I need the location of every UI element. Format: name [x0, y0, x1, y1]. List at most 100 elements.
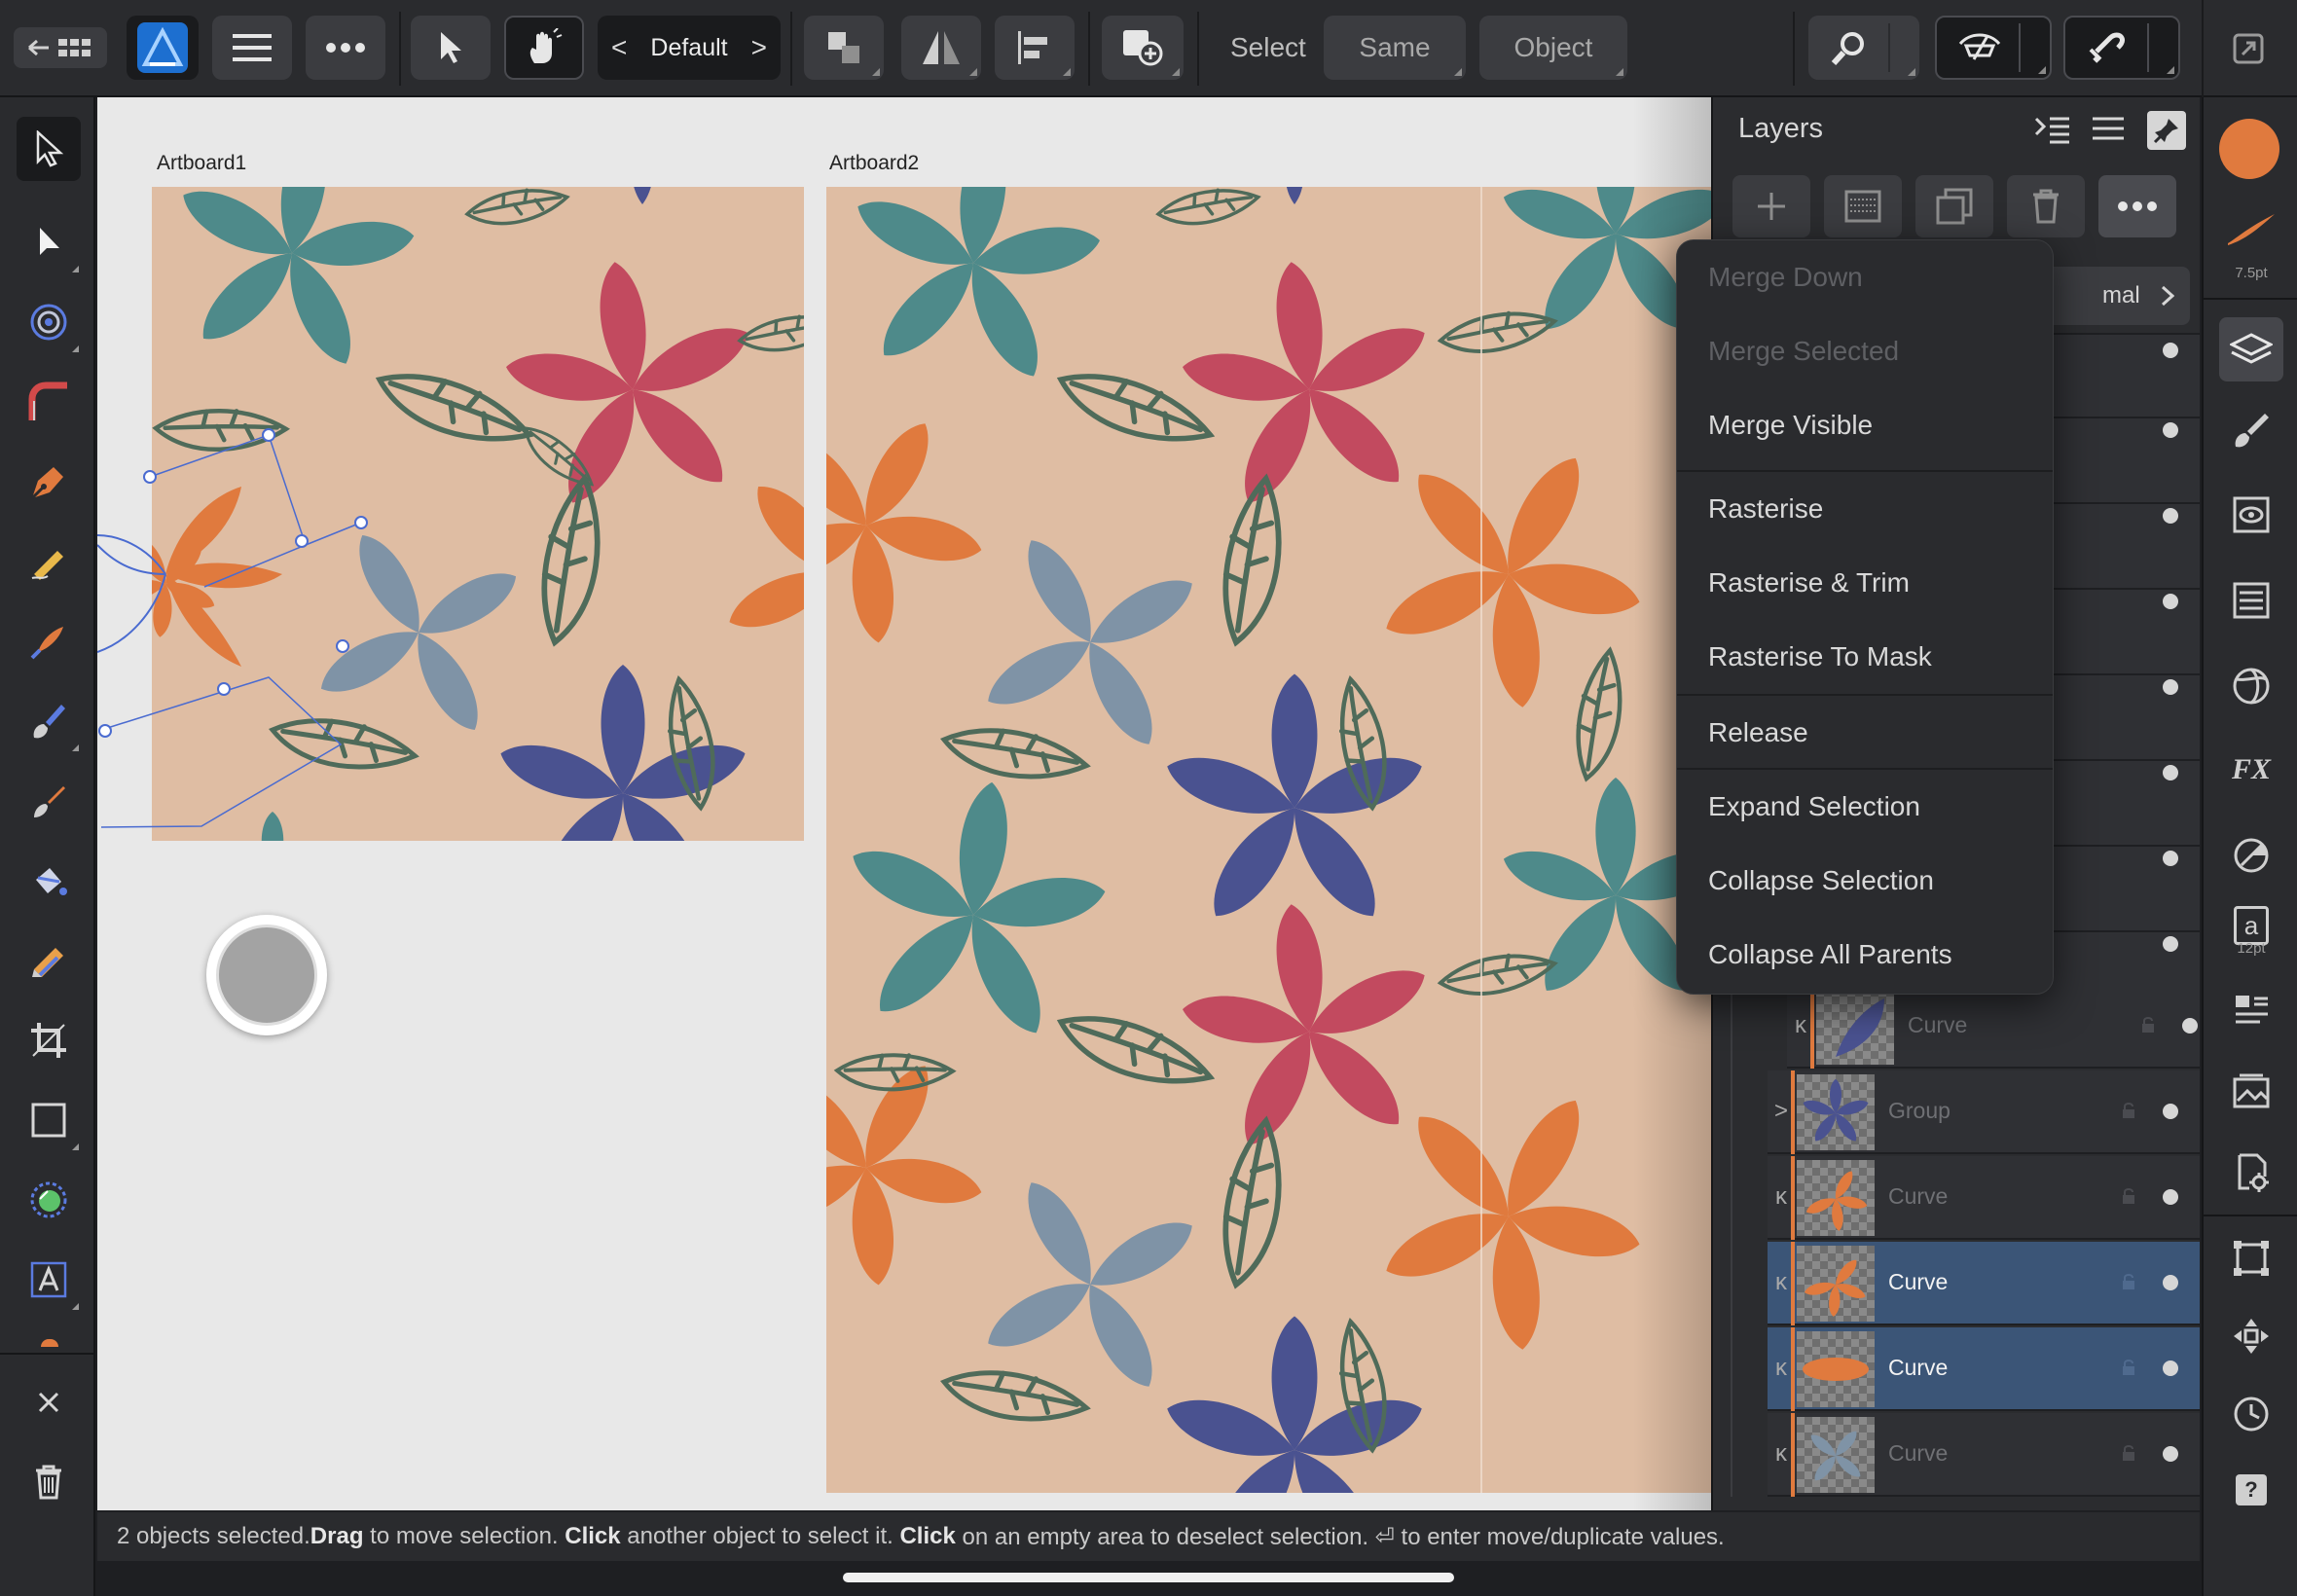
quick-action-button[interactable] [206, 915, 327, 1035]
gesture-button[interactable] [504, 16, 584, 80]
navigator-studio-button[interactable] [2221, 1306, 2281, 1366]
transparency-studio-button[interactable] [2221, 825, 2281, 886]
delete-layer-button[interactable] [2007, 175, 2085, 237]
menu-rasterise-trim[interactable]: Rasterise & Trim [1677, 546, 2053, 620]
layer-clip-indicator[interactable]: ĸ [1791, 1012, 1810, 1039]
tool-corner[interactable] [17, 370, 81, 434]
tool-rectangle[interactable] [17, 1088, 81, 1152]
layer-more-button[interactable] [2098, 175, 2176, 237]
lock-icon[interactable] [2141, 1016, 2155, 1034]
align-button[interactable] [995, 16, 1075, 80]
pin-panel-button[interactable] [2147, 111, 2186, 150]
zoom-button[interactable] [1808, 16, 1919, 80]
layers-studio-button[interactable] [2219, 317, 2283, 381]
fullscreen-toggle[interactable] [2229, 29, 2268, 68]
layers-options-button[interactable] [2034, 115, 2073, 150]
home-indicator[interactable] [843, 1573, 1454, 1582]
visibility-toggle[interactable] [2163, 1104, 2178, 1119]
tool-paint-mixer[interactable] [17, 769, 81, 833]
lock-icon[interactable] [2122, 1187, 2135, 1205]
menu-collapse-all-parents[interactable]: Collapse All Parents [1677, 918, 2053, 992]
appearance-studio-button[interactable] [2221, 485, 2281, 545]
preset-prev-arrow[interactable]: < [611, 32, 627, 63]
stroke-width-button[interactable] [2221, 199, 2281, 257]
tool-fill[interactable] [17, 849, 81, 913]
lock-icon[interactable] [2122, 1102, 2135, 1119]
more-options-button[interactable] [306, 16, 385, 80]
layer-clip-indicator[interactable]: ĸ [1771, 1355, 1791, 1382]
fill-color-swatch[interactable] [2219, 119, 2279, 179]
snapping-button[interactable] [2063, 16, 2180, 80]
back-to-gallery-button[interactable] [14, 27, 107, 68]
effects-studio-button[interactable]: FX [2221, 740, 2281, 800]
lock-icon[interactable] [2122, 1444, 2135, 1462]
tool-pen[interactable] [17, 450, 81, 514]
close-tool-button[interactable] [17, 1370, 81, 1434]
assets-studio-button[interactable] [2221, 1061, 2281, 1121]
move-tool-button[interactable] [411, 16, 491, 80]
visibility-toggle[interactable] [2163, 1360, 2178, 1376]
artboard-pattern-art[interactable] [97, 97, 1711, 1510]
add-pixel-layer-button[interactable] [1824, 175, 1902, 237]
tool-transparency[interactable] [17, 928, 81, 993]
menu-collapse-selection[interactable]: Collapse Selection [1677, 844, 2053, 918]
transform-box-icon [2234, 1241, 2269, 1276]
history-studio-button[interactable] [2221, 1384, 2281, 1444]
fill-bucket-icon [36, 868, 67, 895]
visibility-toggle[interactable] [2163, 1189, 2178, 1205]
insert-button[interactable] [1102, 16, 1184, 80]
menu-rasterise-to-mask[interactable]: Rasterise To Mask [1677, 620, 2053, 694]
help-button[interactable]: ? [2221, 1460, 2281, 1520]
tool-pixel-brush[interactable] [17, 689, 81, 753]
tool-vector-brush[interactable] [17, 609, 81, 673]
preset-next-arrow[interactable]: > [751, 32, 767, 63]
layer-row-selected[interactable]: ĸ Curve [1768, 1242, 2200, 1325]
preset-selector[interactable]: < Default > [598, 16, 781, 80]
tool-point-transform[interactable] [17, 290, 81, 354]
layer-thumbnail [1797, 1074, 1875, 1150]
tool-artistic-text[interactable] [17, 1248, 81, 1312]
tool-crop[interactable] [17, 1008, 81, 1072]
select-object-button[interactable]: Object [1479, 16, 1627, 80]
visibility-toggle[interactable] [2163, 1275, 2178, 1290]
view-mode-button[interactable] [1935, 16, 2052, 80]
select-object-label: Object [1513, 32, 1593, 62]
layer-row[interactable]: ĸ Curve [1768, 1156, 2200, 1240]
stroke-studio-button[interactable] [2221, 570, 2281, 631]
menu-rasterise[interactable]: Rasterise [1677, 472, 2053, 546]
lock-icon[interactable] [2122, 1273, 2135, 1290]
layer-clip-indicator[interactable]: ĸ [1771, 1440, 1791, 1468]
designer-persona-button[interactable] [127, 16, 199, 80]
lock-icon[interactable] [2122, 1359, 2135, 1376]
main-menu-button[interactable] [212, 16, 292, 80]
brushes-studio-button[interactable] [2221, 399, 2281, 459]
layer-clip-indicator[interactable]: ĸ [1771, 1183, 1791, 1211]
tool-place-image[interactable] [17, 1168, 81, 1232]
menu-release[interactable]: Release [1677, 696, 2053, 770]
add-layer-button[interactable] [1732, 175, 1810, 237]
paragraph-studio-button[interactable] [2221, 981, 2281, 1041]
transform-studio-button[interactable] [2221, 1228, 2281, 1288]
delete-button[interactable] [17, 1450, 81, 1514]
menu-expand-selection[interactable]: Expand Selection [1677, 770, 2053, 844]
settings-studio-button[interactable] [2221, 1143, 2281, 1203]
tool-move[interactable] [17, 117, 81, 181]
arrange-button[interactable] [804, 16, 884, 80]
tool-node[interactable] [17, 210, 81, 274]
duplicate-layer-button[interactable] [1915, 175, 1993, 237]
flip-button[interactable] [901, 16, 981, 80]
layer-row[interactable]: ĸ Curve [1768, 1413, 2200, 1497]
color-studio-button[interactable] [2221, 656, 2281, 716]
layer-row[interactable]: > Group [1768, 1070, 2200, 1154]
tool-pencil[interactable] [17, 529, 81, 594]
layer-row-selected[interactable]: ĸ Curve [1768, 1327, 2200, 1411]
visibility-toggle[interactable] [2163, 1446, 2178, 1462]
expand-group-chevron[interactable]: > [1771, 1098, 1791, 1125]
layer-row[interactable]: ĸ Curve [1787, 985, 2200, 1069]
select-same-button[interactable]: Same [1324, 16, 1466, 80]
menu-merge-visible[interactable]: Merge Visible [1677, 388, 2053, 462]
layer-clip-indicator[interactable]: ĸ [1771, 1269, 1791, 1296]
document-canvas[interactable]: Artboard1 Artboard2 [97, 97, 1711, 1510]
visibility-toggle[interactable] [2182, 1018, 2198, 1034]
layers-menu-button[interactable] [2091, 115, 2130, 150]
